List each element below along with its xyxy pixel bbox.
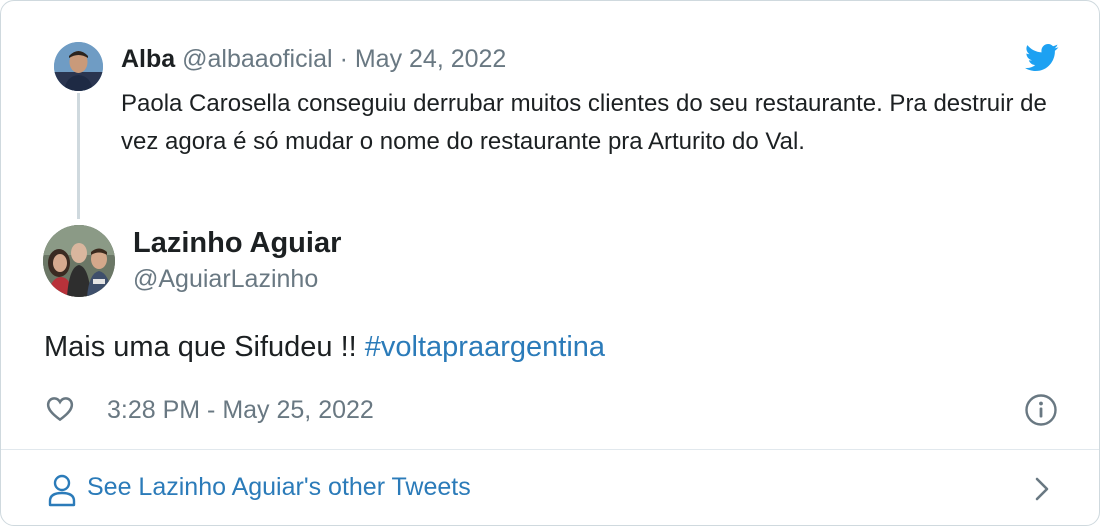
author-avatar[interactable] (43, 225, 115, 297)
info-icon[interactable] (1024, 393, 1058, 427)
chevron-right-icon[interactable] (1031, 475, 1053, 503)
tweet-body-text: Mais uma que Sifudeu !! (44, 331, 365, 363)
parent-author-avatar[interactable] (54, 42, 103, 91)
parent-tweet-date[interactable]: May 24, 2022 (355, 45, 507, 73)
author-name[interactable]: Lazinho Aguiar (133, 227, 341, 260)
thread-connector-line (77, 93, 80, 219)
parent-author-name[interactable]: Alba (121, 45, 175, 73)
person-icon (47, 473, 77, 507)
header-separator: · (339, 45, 348, 73)
embedded-tweet-card: Alba @albaaoficial · May 24, 2022 Paola … (0, 0, 1100, 526)
tweet-timestamp[interactable]: 3:28 PM - May 25, 2022 (107, 396, 374, 425)
heart-icon[interactable] (45, 394, 75, 424)
parent-tweet-text: Paola Carosella conseguiu derrubar muito… (121, 90, 1047, 155)
parent-tweet-header: Alba @albaaoficial · May 24, 2022 (121, 45, 506, 74)
tweet-text: Mais uma que Sifudeu !! #voltapraargenti… (44, 331, 605, 364)
author-handle[interactable]: @AguiarLazinho (133, 265, 318, 294)
parent-author-handle[interactable]: @albaaoficial (182, 45, 332, 73)
see-other-tweets-label[interactable]: See Lazinho Aguiar's other Tweets (87, 473, 471, 502)
hashtag-link[interactable]: #voltapraargentina (365, 331, 605, 363)
twitter-bird-icon[interactable] (1025, 43, 1059, 73)
